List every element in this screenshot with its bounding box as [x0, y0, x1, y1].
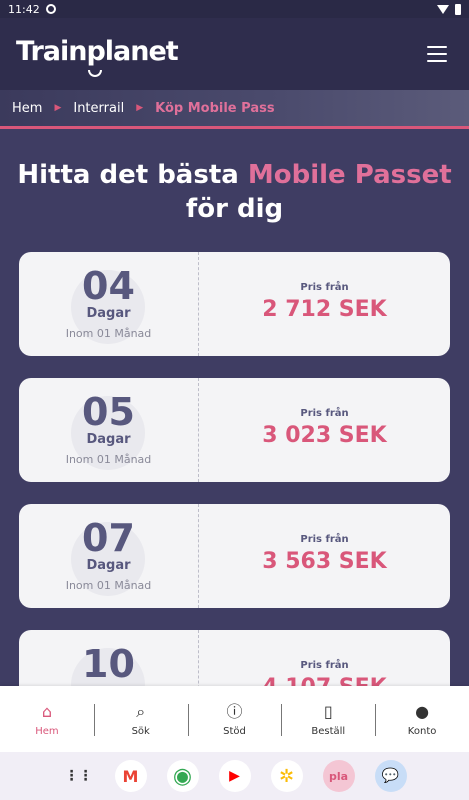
breadcrumb-interrail[interactable]: Interrail — [73, 101, 124, 116]
messages-icon[interactable]: 💬 — [374, 760, 407, 792]
days-label: Dagar — [86, 432, 131, 447]
price-label: Pris från — [300, 282, 349, 293]
validity-text: Inom 01 Månad — [65, 579, 152, 592]
pass-card-7-days[interactable]: 07 Dagar Inom 01 Månad Pris från 3 563 S… — [19, 504, 450, 608]
app-drawer-icon[interactable]: ⋮⋮ — [63, 760, 95, 792]
pass-price: Pris från 2 712 SEK — [199, 252, 450, 356]
price-value: 2 712 SEK — [262, 297, 387, 322]
chrome-icon[interactable]: ◉ — [166, 760, 199, 792]
pass-duration: 04 Dagar Inom 01 Månad — [19, 252, 199, 356]
nav-item-order[interactable]: ▯ Beställ — [281, 702, 375, 737]
page-title: Hitta det bästa Mobile Passet för dig — [0, 158, 469, 226]
header-divider — [0, 126, 469, 129]
days-label: Dagar — [86, 558, 131, 573]
nav-label: Beställ — [311, 725, 346, 737]
breadcrumb-separator-icon: ▶ — [54, 103, 62, 113]
battery-icon — [455, 3, 461, 15]
pass-price: Pris från 3 023 SEK — [199, 378, 450, 482]
sync-icon — [45, 4, 56, 14]
app-header: Trainplanet — [0, 18, 469, 90]
wifi-icon — [437, 4, 449, 14]
breadcrumb-home[interactable]: Hem — [12, 101, 42, 116]
status-time: 11:42 — [8, 2, 40, 16]
price-value: 3 023 SEK — [262, 423, 387, 448]
status-bar: 11:42 — [0, 0, 469, 18]
nav-item-home[interactable]: ⌂ Hem — [0, 702, 94, 737]
bottom-navigation: ⌂ Hem ⌕ Sök ⓘ Stöd ▯ Beställ ● Konto — [0, 686, 469, 752]
home-icon: ⌂ — [41, 701, 52, 721]
title-prefix: Hitta det bästa — [17, 160, 239, 190]
days-label: Dagar — [86, 306, 131, 321]
pass-card-4-days[interactable]: 04 Dagar Inom 01 Månad Pris från 2 712 S… — [19, 252, 450, 356]
pass-duration: 05 Dagar Inom 01 Månad — [19, 378, 199, 482]
pass-duration: 07 Dagar Inom 01 Månad — [19, 504, 199, 608]
price-label: Pris från — [300, 408, 349, 419]
pass-card-5-days[interactable]: 05 Dagar Inom 01 Månad Pris från 3 023 S… — [19, 378, 450, 482]
youtube-icon[interactable]: ▶ — [218, 760, 251, 792]
pla-app-icon[interactable]: pla — [322, 760, 355, 792]
days-number: 10 — [82, 642, 135, 686]
pass-price: Pris från 3 563 SEK — [199, 504, 450, 608]
breadcrumb-current: Köp Mobile Pass — [155, 100, 275, 116]
nav-label: Stöd — [223, 725, 246, 737]
title-suffix: för dig — [185, 194, 284, 224]
logo-smile-icon — [88, 70, 102, 77]
validity-text: Inom 01 Månad — [65, 453, 152, 466]
account-icon: ● — [415, 701, 430, 721]
price-value: 3 563 SEK — [262, 549, 387, 574]
gmail-icon[interactable]: M — [114, 760, 147, 792]
nav-label: Hem — [35, 725, 59, 737]
breadcrumb: Hem ▶ Interrail ▶ Köp Mobile Pass — [0, 90, 469, 126]
help-icon: ⓘ — [226, 701, 243, 721]
price-label: Pris från — [300, 660, 349, 671]
nav-label: Konto — [407, 725, 437, 737]
nav-item-search[interactable]: ⌕ Sök — [93, 701, 188, 737]
days-number: 07 — [82, 516, 135, 560]
validity-text: Inom 01 Månad — [65, 327, 152, 340]
photos-icon[interactable]: ✲ — [270, 760, 303, 792]
trainplanet-logo[interactable]: Trainplanet — [16, 36, 179, 67]
breadcrumb-separator-icon: ▶ — [136, 103, 144, 113]
search-icon: ⌕ — [136, 701, 146, 721]
ticket-icon: ▯ — [323, 701, 333, 721]
nav-label: Sök — [131, 725, 150, 737]
days-number: 04 — [82, 264, 135, 308]
hamburger-menu-icon[interactable] — [427, 46, 447, 62]
price-label: Pris från — [300, 534, 349, 545]
days-number: 05 — [82, 390, 135, 434]
nav-item-account[interactable]: ● Konto — [375, 702, 469, 737]
android-dock: ⋮⋮ M ◉ ▶ ✲ pla 💬 — [0, 752, 469, 800]
title-accent: Mobile Passet — [247, 160, 452, 190]
nav-item-support[interactable]: ⓘ Stöd — [187, 701, 282, 737]
